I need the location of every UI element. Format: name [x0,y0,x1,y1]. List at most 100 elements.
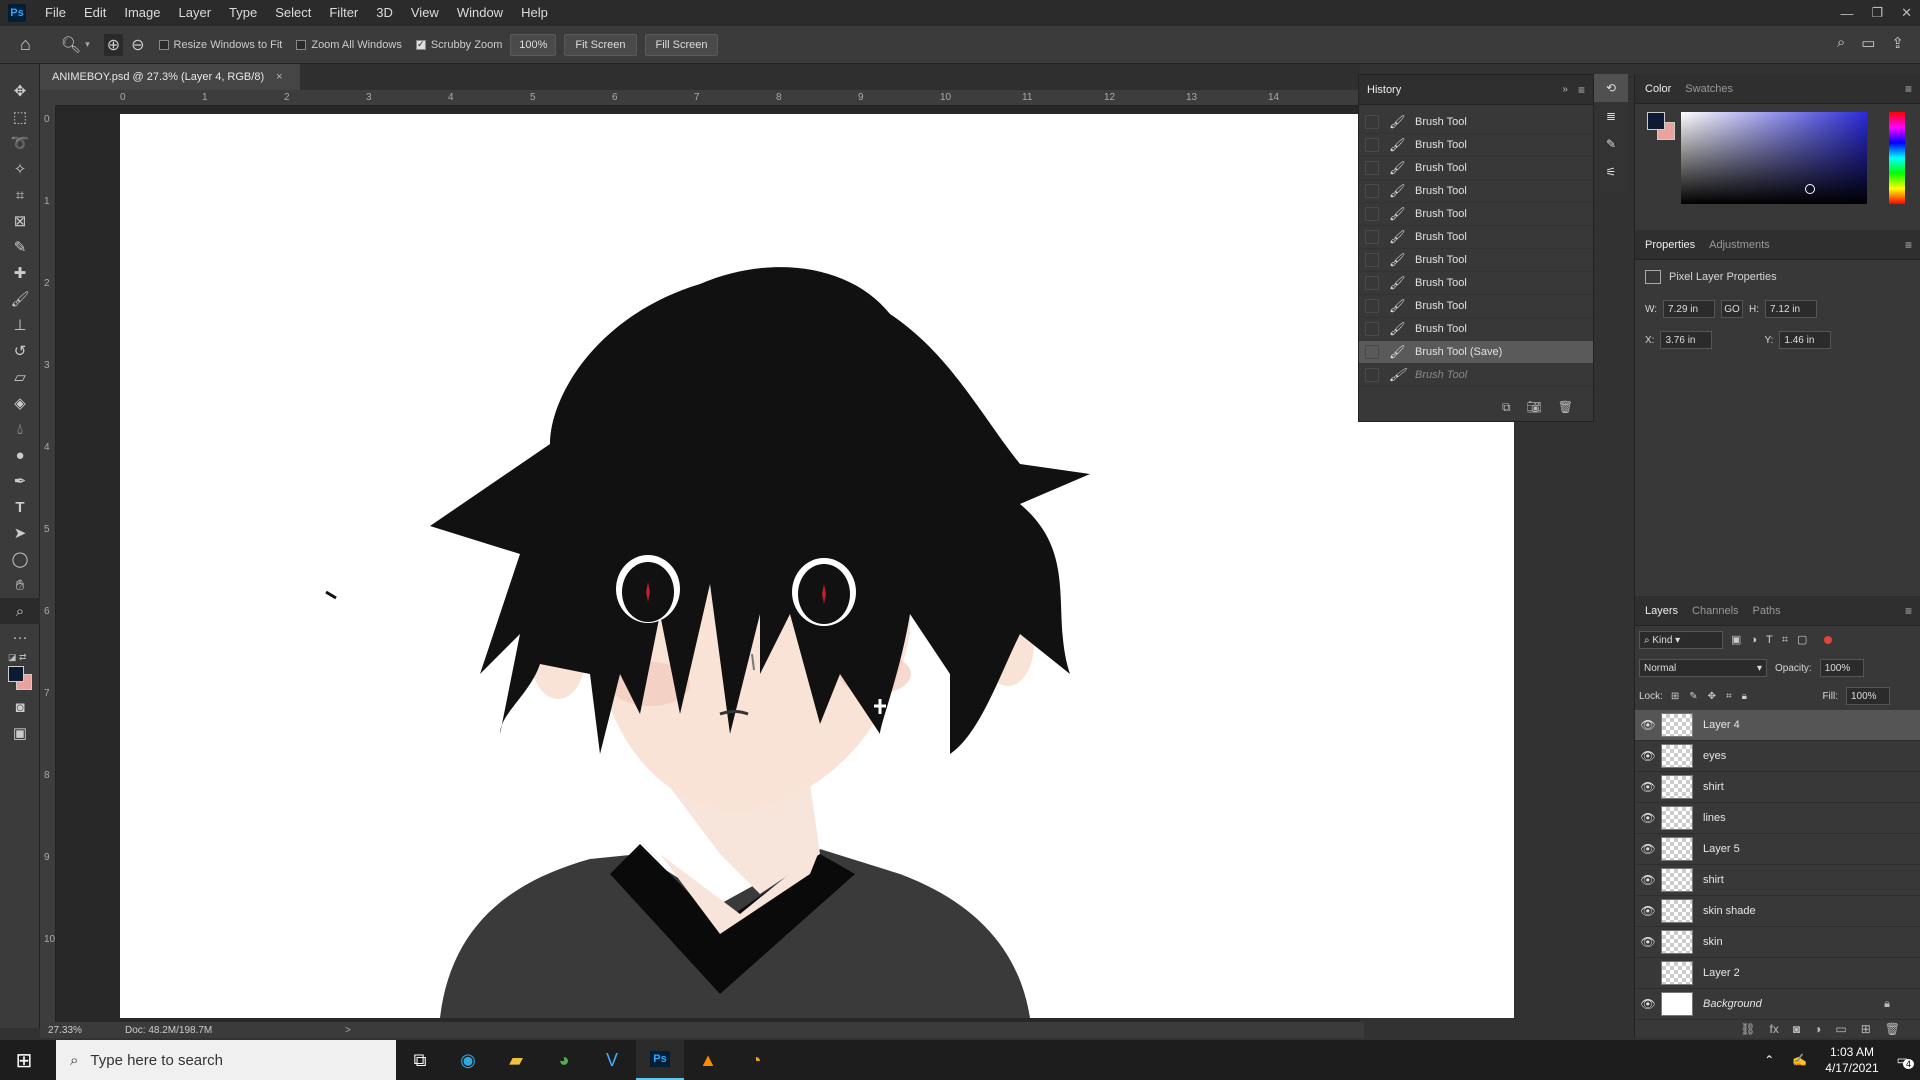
zoom-out-icon[interactable]: ⊖ [131,35,144,55]
menu-file[interactable]: File [36,0,75,26]
history-snapshot-box[interactable] [1365,207,1379,221]
document-canvas[interactable] [120,114,1514,1018]
height-field[interactable]: 7.12 in [1765,300,1818,318]
lasso-tool-icon[interactable]: ➰ [0,130,40,156]
eye-icon[interactable]: 👁︎ [1635,842,1661,856]
menu-filter[interactable]: Filter [320,0,367,26]
layer-row[interactable]: 👁︎ Layer 5 [1635,834,1920,865]
layer-row[interactable]: 👁︎ Layer 4 [1635,710,1920,741]
opacity-field[interactable]: 100% [1819,659,1864,677]
vlc-icon[interactable]: ▲ [684,1040,732,1080]
new-document-from-state-icon[interactable]: ⧉ [1502,400,1511,415]
workspace-icon[interactable]: ▭ [1861,34,1875,52]
chrome-icon[interactable]: ◕ [540,1040,588,1080]
history-snapshot-box[interactable] [1365,276,1379,290]
menu-select[interactable]: Select [266,0,320,26]
foreground-color-swatch[interactable] [8,666,24,682]
history-item[interactable]: 🖌︎ Brush Tool (Save) [1359,341,1593,364]
blur-tool-icon[interactable]: 💧︎ [0,416,40,442]
history-snapshot-box[interactable] [1365,138,1379,152]
zoom-tool-icon[interactable]: ⌕ [0,598,40,624]
history-item[interactable]: 🖌︎ Brush Tool [1359,272,1593,295]
fill-field[interactable]: 100% [1846,687,1890,705]
lock-icons[interactable]: ⊞✎✥⌗🔒︎ [1671,691,1757,702]
history-brush-tool-icon[interactable]: ↺ [0,338,40,364]
layer-row[interactable]: 👁︎ skin [1635,927,1920,958]
scrubby-zoom-checkbox[interactable]: ✓ Scrubby Zoom [415,39,502,51]
ellipse-tool-icon[interactable]: ◯ [0,546,40,572]
history-snapshot-box[interactable] [1365,345,1379,359]
color-tab[interactable]: Color [1645,83,1671,95]
layer-kind-filter[interactable]: ⌕ Kind ▾ [1639,631,1723,649]
pen-tool-icon[interactable]: ✒ [0,468,40,494]
history-snapshot-box[interactable] [1365,161,1379,175]
brush-tool-icon[interactable]: 🖌︎ [0,286,40,312]
chevron-down-icon[interactable]: ▾ [85,39,90,50]
menu-layer[interactable]: Layer [170,0,221,26]
path-selection-tool-icon[interactable]: ➤ [0,520,40,546]
color-picker-cursor[interactable] [1805,184,1815,194]
home-icon[interactable]: ⌂ [20,34,31,55]
history-item[interactable]: 🖌︎ Brush Tool [1359,111,1593,134]
add-mask-icon[interactable]: ◙ [1793,1022,1800,1036]
magic-wand-tool-icon[interactable]: ✧ [0,156,40,182]
checkbox-box[interactable] [158,39,169,50]
history-snapshot-box[interactable] [1365,368,1379,382]
screen-mode-icon[interactable]: ▣ [0,720,40,746]
eye-icon[interactable]: 👁︎ [1635,749,1661,763]
history-item[interactable]: 🖌︎ Brush Tool [1359,318,1593,341]
move-tool-icon[interactable]: ✥ [0,78,40,104]
minimize-icon[interactable]: — [1840,6,1853,21]
file-explorer-icon[interactable]: ▰ [492,1040,540,1080]
fill-screen-button[interactable]: Fill Screen [644,33,719,56]
link-dimensions-icon[interactable]: GO [1721,300,1744,318]
eye-icon[interactable]: 👁︎ [1635,997,1661,1011]
eye-icon[interactable]: 👁︎ [1635,718,1661,732]
history-item[interactable]: 🖌︎ Brush Tool [1359,157,1593,180]
adjustment-layer-icon[interactable]: ◑ [1814,1022,1821,1036]
brushes-panel-icon[interactable]: ✎ [1594,130,1628,158]
new-group-icon[interactable]: ▭ [1835,1022,1846,1036]
paths-tab[interactable]: Paths [1753,605,1781,617]
history-panel-icon[interactable]: ⟲ [1594,74,1628,102]
status-menu-arrow[interactable]: > [345,1025,351,1036]
history-snapshot-box[interactable] [1365,299,1379,313]
menu-view[interactable]: View [402,0,448,26]
collapse-icon[interactable]: » [1562,84,1568,95]
history-snapshot-box[interactable] [1365,184,1379,198]
default-colors-icon[interactable]: ◪ ⇄ [8,652,27,663]
hand-tool-icon[interactable]: ✋︎ [0,572,40,598]
layer-row[interactable]: 👁︎ eyes [1635,741,1920,772]
menu-image[interactable]: Image [115,0,169,26]
dodge-tool-icon[interactable]: ● [0,442,40,468]
swatches-tab[interactable]: Swatches [1685,83,1733,95]
menu-help[interactable]: Help [512,0,557,26]
more-tools-icon[interactable]: ··· [0,624,40,650]
zoom-tool-preset-icon[interactable]: 🔍︎ [61,35,81,55]
marquee-tool-icon[interactable]: ⬚ [0,104,40,130]
task-view-icon[interactable]: ⧉ [396,1040,444,1080]
eye-icon[interactable]: 👁︎ [1635,935,1661,949]
panel-menu-icon[interactable]: ≡ [1905,238,1912,252]
panel-menu-icon[interactable]: ≡ [1905,604,1912,618]
eye-icon[interactable]: 👁︎ [1635,873,1661,887]
resize-windows-checkbox[interactable]: Resize Windows to Fit [158,39,282,51]
chevron-up-icon[interactable]: ⌃ [1764,1053,1774,1067]
x-field[interactable]: 3.76 in [1660,331,1713,349]
vimeo-icon[interactable]: V [588,1040,636,1080]
fit-screen-button[interactable]: Fit Screen [564,33,637,56]
restore-icon[interactable]: ❐ [1871,5,1883,21]
adjustments-tab[interactable]: Adjustments [1709,239,1770,251]
clone-stamp-tool-icon[interactable]: ⊥ [0,312,40,338]
layers-tab[interactable]: Layers [1645,605,1678,617]
search-icon[interactable]: ⌕ [1837,34,1845,52]
history-item[interactable]: 🖌︎ Brush Tool [1359,134,1593,157]
blend-mode-select[interactable]: Normal ▾ [1639,659,1767,677]
menu-edit[interactable]: Edit [75,0,115,26]
layer-row[interactable]: 👁︎ shirt [1635,772,1920,803]
windows-start-icon[interactable]: ⊞ [0,1040,48,1080]
layer-row[interactable]: 👁︎ skin shade [1635,896,1920,927]
share-icon[interactable]: ⇪ [1891,34,1904,52]
history-tab[interactable]: History [1367,84,1401,96]
eye-icon[interactable]: 👁︎ [1635,811,1661,825]
